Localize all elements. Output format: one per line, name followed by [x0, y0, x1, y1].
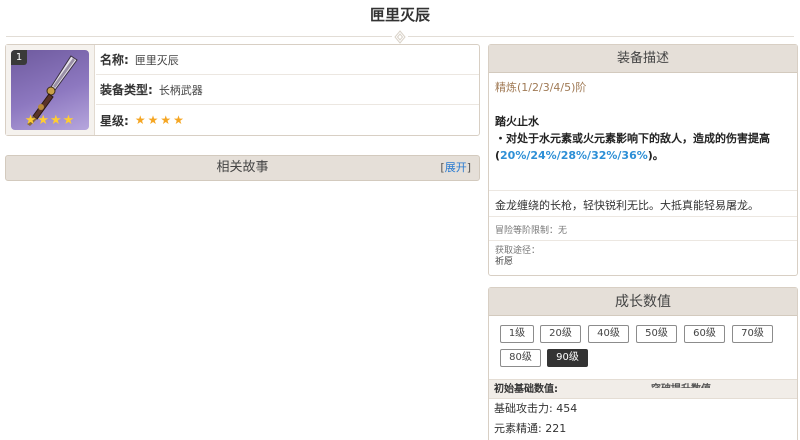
level-button-90[interactable]: 90级 [547, 349, 588, 367]
description-panel: 装备描述 精炼(1/2/3/4/5)阶 踏火止水 ・对处于水元素或火元素影响下的… [488, 44, 798, 276]
base-stats: 初始基础数值: 突破提升数值 基础攻击力: 454 元素精通: 221 [489, 379, 797, 439]
level-button-70[interactable]: 70级 [732, 325, 773, 343]
name-label: 名称: [100, 53, 129, 67]
level-button-40[interactable]: 40级 [588, 325, 629, 343]
growth-header: 成长数值 [489, 288, 797, 316]
thumbnail-rarity-stars: ★★★★ [24, 113, 76, 128]
refine-badge: 1 [11, 50, 27, 65]
skill-values: 20%/24%/28%/32%/36% [500, 149, 648, 162]
type-label: 装备类型: [100, 83, 153, 97]
obtain-value: 祈愿 [495, 257, 514, 267]
weapon-info-rows: 名称: 匣里灭辰 装备类型: 长柄武器 星级: ★★★★ [96, 45, 479, 135]
story-section-header: 相关故事 [展开] [5, 155, 480, 181]
type-value: 长柄武器 [158, 83, 203, 97]
skill-name: 踏火止水 [495, 115, 539, 128]
weapon-name-row: 名称: 匣里灭辰 [96, 45, 479, 75]
description-body: 精炼(1/2/3/4/5)阶 踏火止水 ・对处于水元素或火元素影响下的敌人，造成… [489, 73, 797, 164]
skill-end: )。 [647, 149, 664, 162]
level-button-1[interactable]: 1级 [500, 325, 534, 343]
refinement-line: 精炼(1/2/3/4/5)阶 [495, 81, 587, 94]
story-expand-link[interactable]: 展开 [445, 161, 467, 174]
obtain-label: 获取途径： [495, 246, 541, 256]
ascension-limit: 冒险等阶限制：无 [489, 216, 797, 240]
obtain-method: 获取途径： 祈愿 [489, 240, 797, 273]
page-title: 匣里灭辰 [369, 6, 430, 24]
skill-description: ・对处于水元素或火元素影响下的敌人，造成的伤害提高(20%/24%/28%/32… [495, 130, 791, 164]
level-button-50[interactable]: 50级 [636, 325, 677, 343]
weapon-thumbnail: 1 ★★★★ [11, 50, 89, 130]
story-toggle-bracket-close: ] [466, 161, 471, 174]
story-title: 相关故事 [216, 160, 269, 175]
name-value: 匣里灭辰 [134, 53, 179, 67]
description-header: 装备描述 [489, 45, 797, 73]
base-stats-title: 初始基础数值: [494, 384, 558, 395]
story-toggle: [展开] [440, 156, 471, 180]
base-stats-header: 初始基础数值: 突破提升数值 [489, 379, 797, 399]
stat-row-attack: 基础攻击力: 454 [494, 402, 578, 415]
weapon-thumbnail-cell: 1 ★★★★ [6, 45, 95, 135]
rarity-stars: ★★★★ [134, 113, 186, 127]
ascension-stats-title: 突破提升数值 [651, 384, 711, 395]
weapon-type-row: 装备类型: 长柄武器 [96, 75, 479, 105]
title-ornament-icon [392, 29, 408, 45]
growth-panel: 成长数值 1级 20级 40级 50级 60级 70级 80级 90级 初始基础… [488, 287, 798, 440]
level-button-20[interactable]: 20级 [540, 325, 581, 343]
rarity-label: 星级: [100, 113, 129, 128]
level-button-60[interactable]: 60级 [684, 325, 725, 343]
weapon-rarity-row: 星级: ★★★★ [96, 105, 479, 135]
stat-row-mastery: 元素精通: 221 [494, 422, 567, 435]
weapon-info-card: 1 ★★★★ 名称: 匣里灭辰 装备类型: 长柄武器 星级: ★★★★ [5, 44, 480, 136]
level-button-80[interactable]: 80级 [500, 349, 541, 367]
